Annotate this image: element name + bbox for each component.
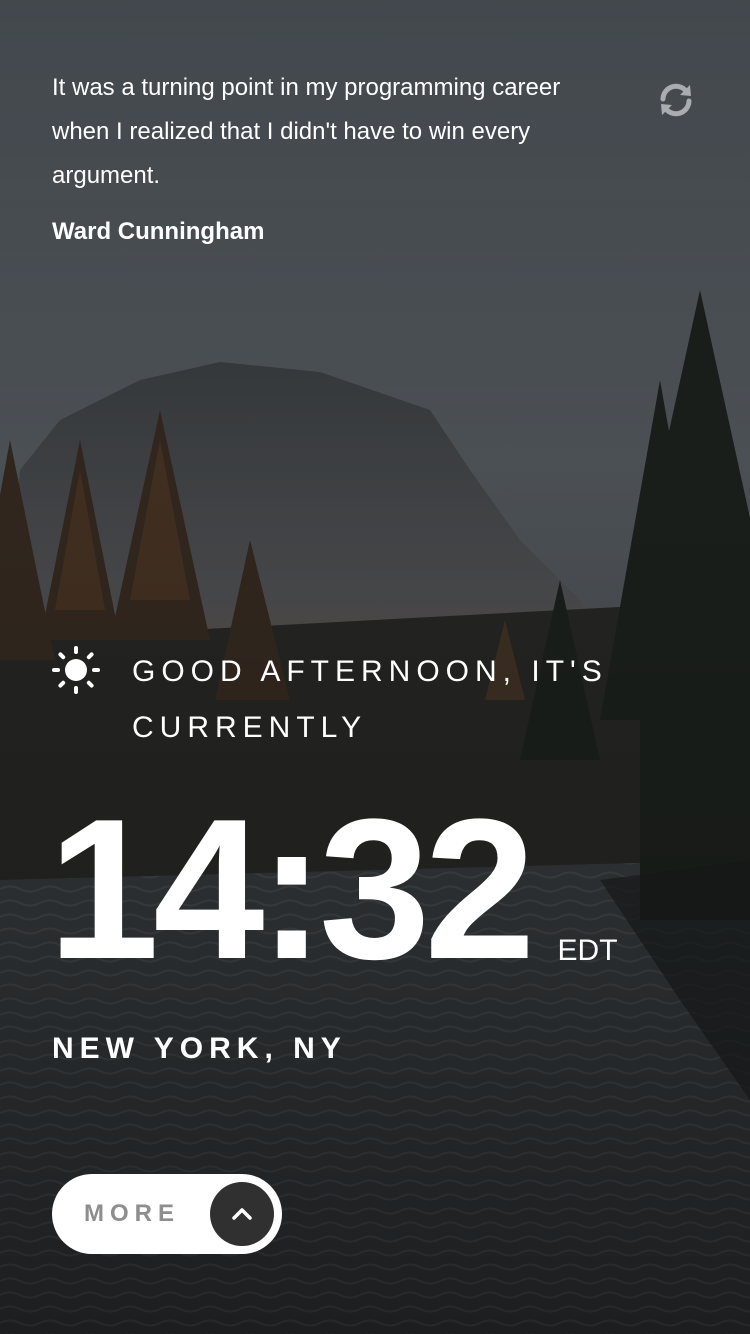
more-button-toggle[interactable] [210, 1182, 274, 1246]
refresh-icon [660, 83, 692, 117]
more-button-label: MORE [84, 1200, 180, 1227]
location-label: NEW YORK, NY [52, 1032, 347, 1065]
greeting-text: GOOD AFTERNOON, IT'S CURRENTLY [132, 655, 608, 744]
chevron-up-icon [232, 1208, 252, 1220]
clock-app-screen: It was a turning point in my programming… [0, 0, 750, 1334]
clock-display: 14:32 EDT [48, 790, 618, 990]
greeting: GOOD AFTERNOON, IT'S CURRENTLY [52, 646, 692, 756]
more-button[interactable]: MORE [52, 1174, 282, 1254]
quote-text: It was a turning point in my programming… [52, 74, 561, 189]
quote-author: Ward Cunningham [52, 218, 265, 245]
refresh-quote-button[interactable] [654, 78, 698, 122]
quote-block: It was a turning point in my programming… [52, 66, 612, 246]
sun-icon [52, 646, 100, 694]
current-time: 14:32 [48, 778, 536, 1001]
timezone-label: EDT [557, 934, 618, 967]
